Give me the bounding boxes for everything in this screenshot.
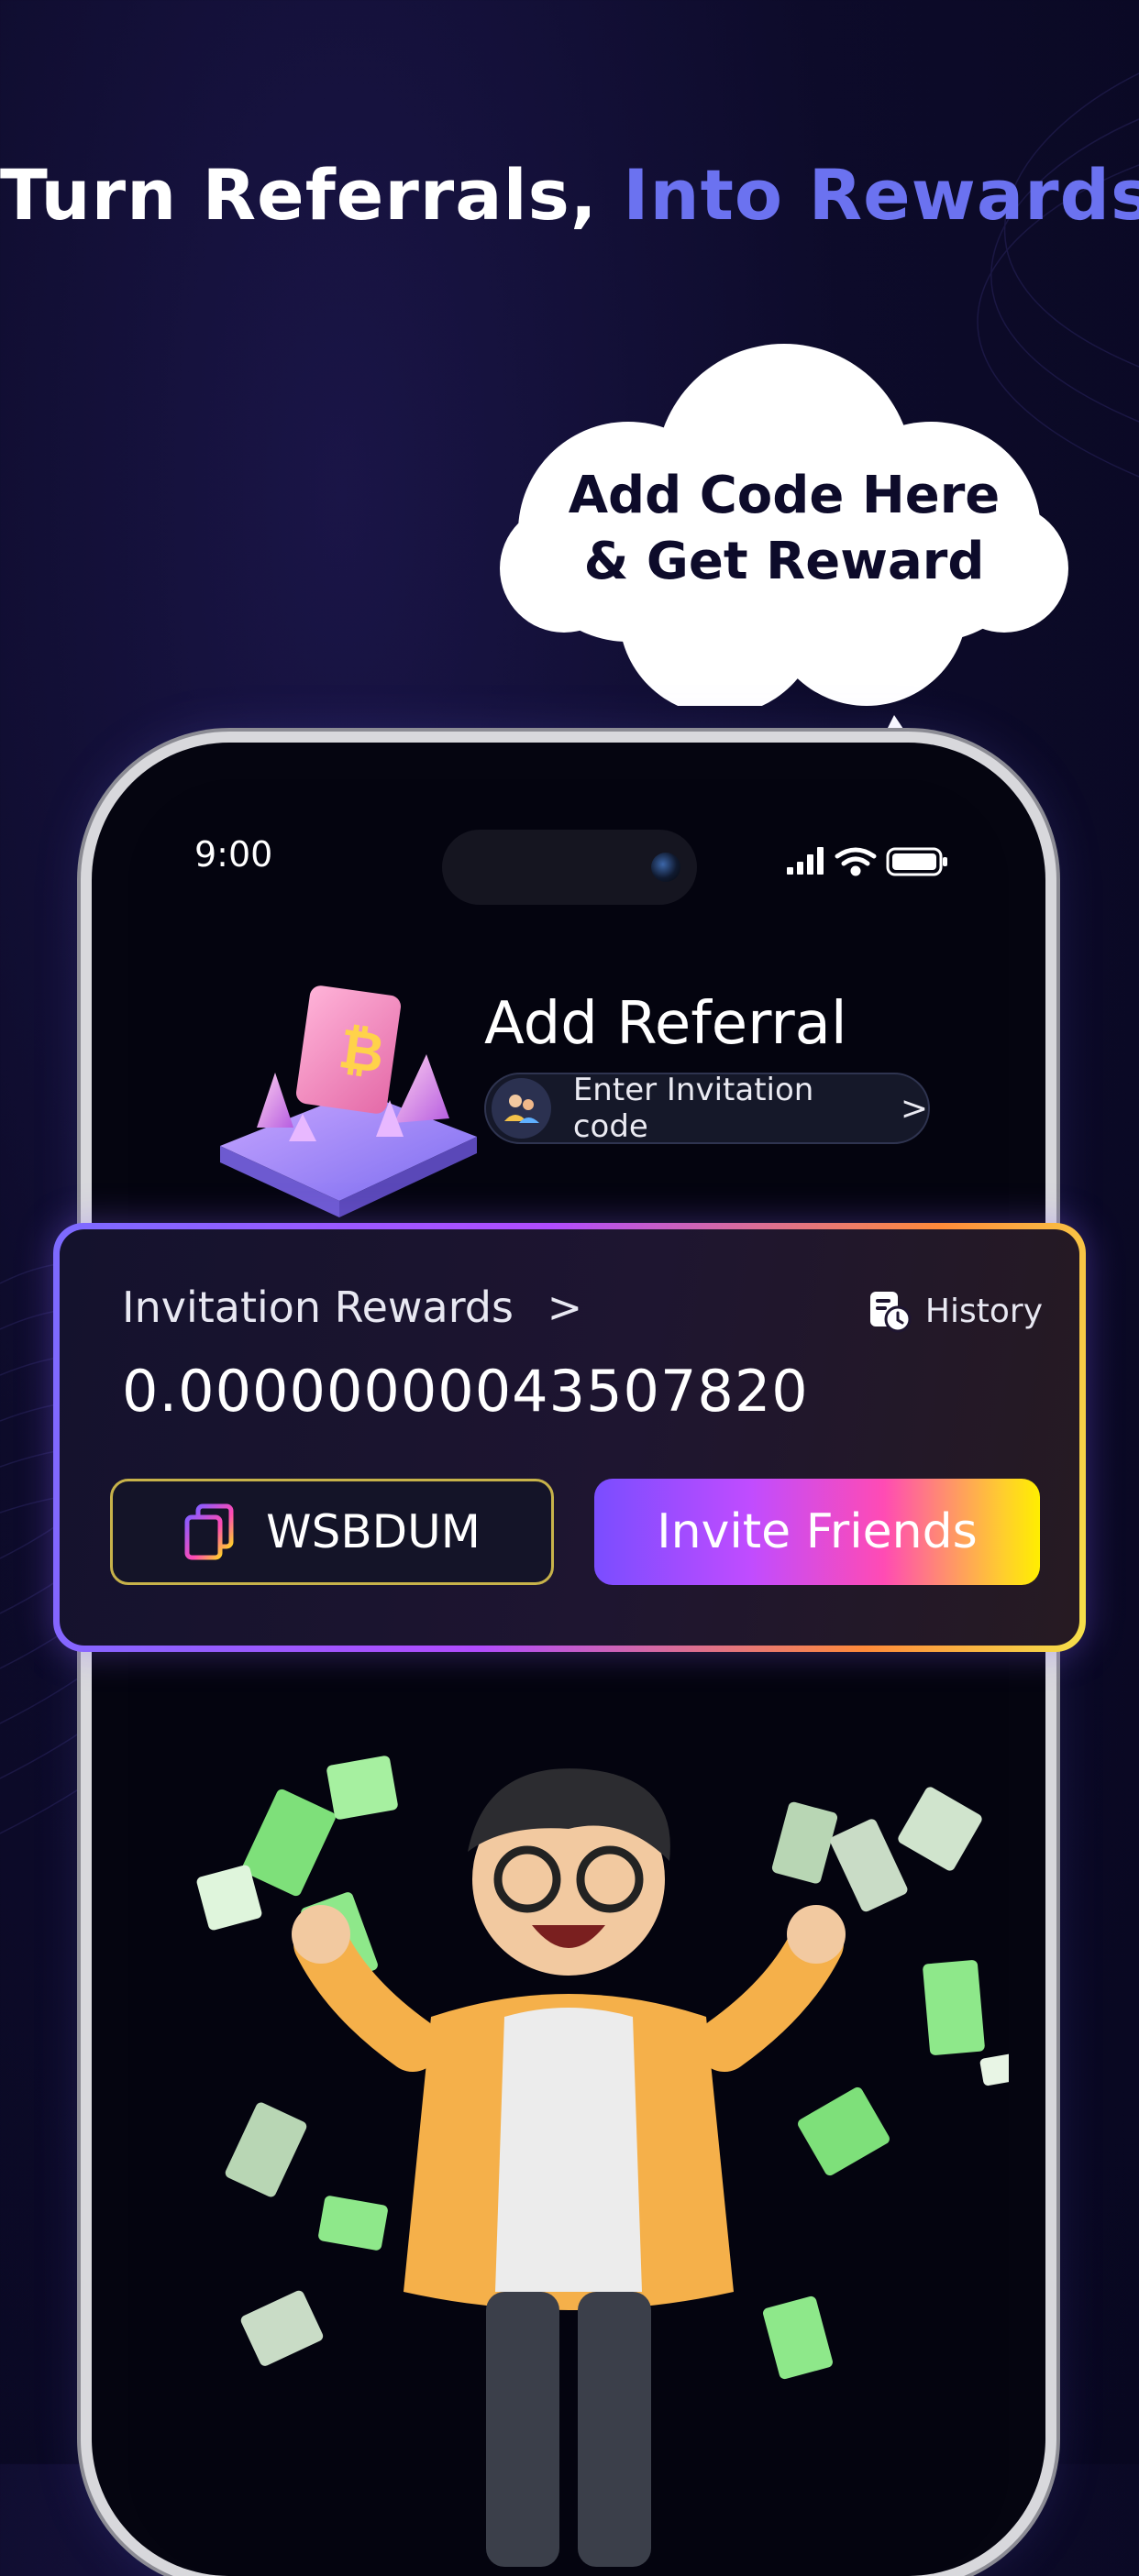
callout-line1: Add Code Here [568,466,1001,525]
enter-invitation-code-label: Enter Invitation code [572,1072,814,1145]
wifi-icon [835,847,877,876]
status-time: 9:00 [194,834,273,875]
history-icon [869,1292,912,1333]
phone-mockup: 9:00 ₿ Add Referral Enter Invitation cod… [92,743,1045,2576]
referral-code: WSBDUM [266,1505,481,1558]
cartoon-character [292,1768,846,2567]
battery-icon [886,847,947,876]
history-label: History [924,1292,1043,1330]
dynamic-island [442,830,697,905]
phone-screen: 9:00 ₿ Add Referral Enter Invitation cod… [128,779,1009,2576]
bitcoin-crystal-illustration: ₿ [220,985,477,1217]
copy-icon [184,1503,234,1560]
chevron-right-icon: > [547,1282,583,1332]
invitation-rewards-link[interactable]: Invitation Rewards > [122,1282,582,1332]
invitation-rewards-card: Invitation Rewards > History 0.000000000… [57,1227,1082,1648]
callout-text: Add Code Here & Get Reward [477,463,1091,595]
rewards-amount: 0.00000000043507820 [122,1358,809,1425]
invite-friends-button[interactable]: Invite Friends [594,1479,1040,1585]
camera-icon [651,853,680,882]
history-button[interactable]: History [867,1288,1043,1334]
money-character-illustration [196,1756,1009,2567]
chevron-right-icon: > [900,1089,928,1128]
enter-invitation-code-button[interactable]: Enter Invitation code > [484,1072,930,1145]
callout-line2: & Get Reward [583,532,985,591]
avatar-icon [492,1078,551,1139]
headline-part2: Into Rewards [623,154,1139,236]
headline-part1: Turn Referrals, [0,154,598,236]
referral-code-copy-button[interactable]: WSBDUM [110,1479,554,1585]
signal-icon [787,847,824,875]
status-icons [787,847,947,876]
add-referral-title: Add Referral [484,990,847,1058]
invitation-rewards-label: Invitation Rewards [122,1282,514,1332]
svg-text:₿: ₿ [335,1017,388,1086]
headline: Turn Referrals, Into Rewards [0,154,1139,236]
